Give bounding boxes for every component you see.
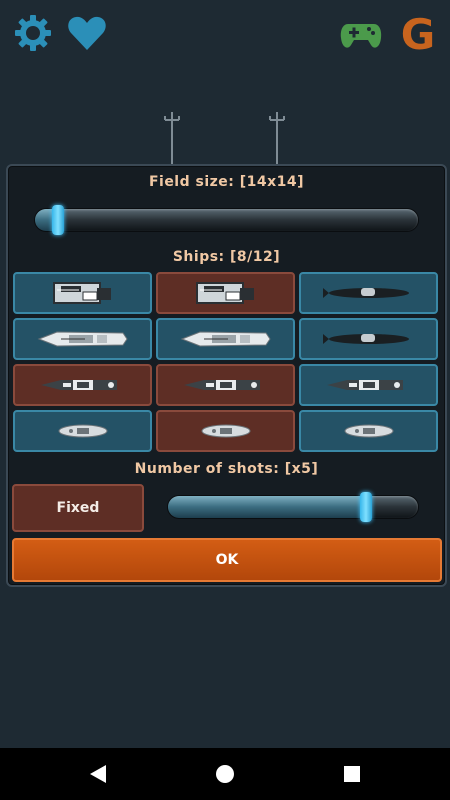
gear-icon[interactable]	[12, 12, 54, 54]
patrol-boat-icon	[58, 424, 107, 438]
ship-cell-battleship[interactable]	[13, 318, 152, 360]
recents-icon[interactable]	[340, 762, 364, 786]
shots-label: Number of shots: [x5]	[134, 461, 319, 477]
ship-cell-destroyer[interactable]	[13, 364, 152, 406]
shots-slider-fill	[168, 496, 372, 518]
destroyer-icon	[326, 380, 403, 390]
patrol-boat-icon	[344, 424, 393, 438]
ship-selection-grid	[13, 272, 439, 456]
system-nav-bar	[0, 748, 450, 800]
ship-cell-destroyer[interactable]	[156, 364, 295, 406]
ship-cell-submarine[interactable]	[299, 272, 438, 314]
ship-cell-battleship[interactable]	[156, 318, 295, 360]
submarine-icon	[322, 334, 409, 344]
carrier-icon	[52, 282, 111, 304]
home-icon[interactable]	[213, 762, 237, 786]
ship-cell-carrier[interactable]	[156, 272, 295, 314]
destroyer-icon	[183, 380, 260, 390]
field-size-slider-thumb[interactable]	[51, 205, 64, 235]
ship-cell-carrier[interactable]	[13, 272, 152, 314]
ship-cell-destroyer[interactable]	[299, 364, 438, 406]
g-logo-icon[interactable]: G	[396, 10, 440, 56]
shots-slider[interactable]	[168, 496, 418, 518]
ship-cell-patrol-boat[interactable]	[13, 410, 152, 452]
carrier-icon	[195, 282, 254, 304]
gamepad-icon[interactable]	[340, 16, 382, 58]
field-size-label: Field size: [14x14]	[148, 174, 305, 190]
top-bar: G	[0, 0, 450, 64]
svg-text:G: G	[401, 10, 435, 56]
submarine-icon	[322, 288, 409, 298]
battleship-icon	[37, 331, 128, 347]
back-icon[interactable]	[86, 762, 110, 786]
ship-cell-submarine[interactable]	[299, 318, 438, 360]
fixed-shots-button[interactable]: Fixed	[12, 484, 144, 532]
battleship-icon	[180, 331, 271, 347]
ok-button[interactable]: OK	[12, 538, 442, 582]
field-size-slider[interactable]	[35, 209, 418, 231]
ship-cell-patrol-boat[interactable]	[156, 410, 295, 452]
mast-decoration	[164, 112, 180, 172]
shots-slider-thumb[interactable]	[359, 492, 372, 522]
heart-icon[interactable]	[66, 12, 108, 54]
mast-decoration	[269, 112, 285, 172]
ships-label: Ships: [8/12]	[172, 249, 281, 265]
destroyer-icon	[40, 380, 117, 390]
game-settings-dialog: Field size: [14x14] Ships: [8/12] Number…	[6, 164, 447, 587]
patrol-boat-icon	[201, 424, 250, 438]
ship-cell-patrol-boat[interactable]	[299, 410, 438, 452]
